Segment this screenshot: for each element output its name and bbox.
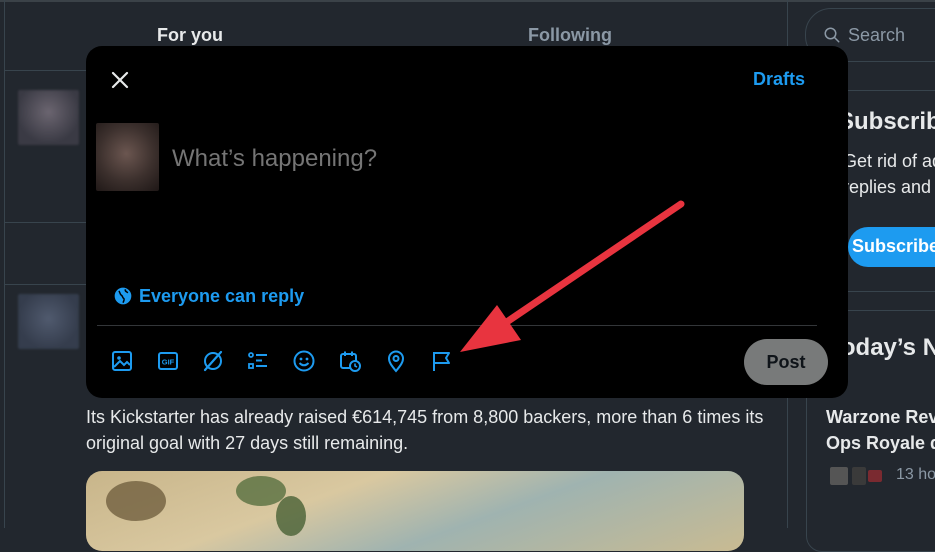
subscribe-button-label: Subscribe [852, 236, 935, 256]
trend-headline: Warzone Rev [826, 407, 935, 427]
location-icon[interactable] [384, 349, 408, 373]
media-icon[interactable] [110, 349, 134, 373]
compose-modal: Drafts Everyone can reply GIF [86, 46, 848, 398]
globe-icon [114, 287, 132, 305]
tweet-text: Its Kickstarter has already raised €614,… [86, 407, 764, 453]
emoji-icon[interactable] [292, 349, 316, 373]
avatar[interactable] [96, 123, 159, 191]
search-placeholder: Search [848, 25, 906, 45]
subscribe-description: Get rid of ad [843, 151, 935, 171]
tab-for-you[interactable]: For you [157, 25, 223, 46]
compose-divider [97, 325, 817, 326]
trend-timestamp: 13 ho [896, 466, 935, 483]
feed-left-border [4, 0, 5, 528]
reply-setting-button[interactable]: Everyone can reply [113, 283, 304, 309]
avatar[interactable] [18, 294, 79, 349]
reply-setting-label: Everyone can reply [139, 285, 305, 306]
svg-text:GIF: GIF [162, 358, 175, 367]
tab-following[interactable]: Following [528, 25, 612, 46]
close-icon[interactable] [108, 68, 132, 92]
trend-source-icons [830, 467, 882, 485]
grok-icon[interactable] [201, 349, 225, 373]
trend-item[interactable]: Warzone Rev Ops Royale d [826, 404, 935, 456]
post-button-label: Post [766, 352, 806, 372]
subscribe-description: replies and u [843, 177, 935, 197]
subscribe-title: Subscribe [838, 108, 935, 135]
subscribe-button[interactable]: Subscribe [848, 227, 935, 267]
post-button[interactable]: Post [744, 339, 828, 385]
gif-icon[interactable]: GIF [156, 349, 180, 373]
search-icon [824, 27, 840, 43]
poll-icon[interactable] [246, 349, 270, 373]
schedule-icon[interactable] [338, 349, 362, 373]
trend-headline: Ops Royale d [826, 433, 935, 453]
flag-icon[interactable] [430, 349, 454, 373]
tweet-image[interactable] [86, 471, 744, 551]
avatar[interactable] [18, 90, 79, 145]
compose-textarea[interactable] [170, 144, 774, 174]
drafts-button[interactable]: Drafts [753, 69, 805, 90]
